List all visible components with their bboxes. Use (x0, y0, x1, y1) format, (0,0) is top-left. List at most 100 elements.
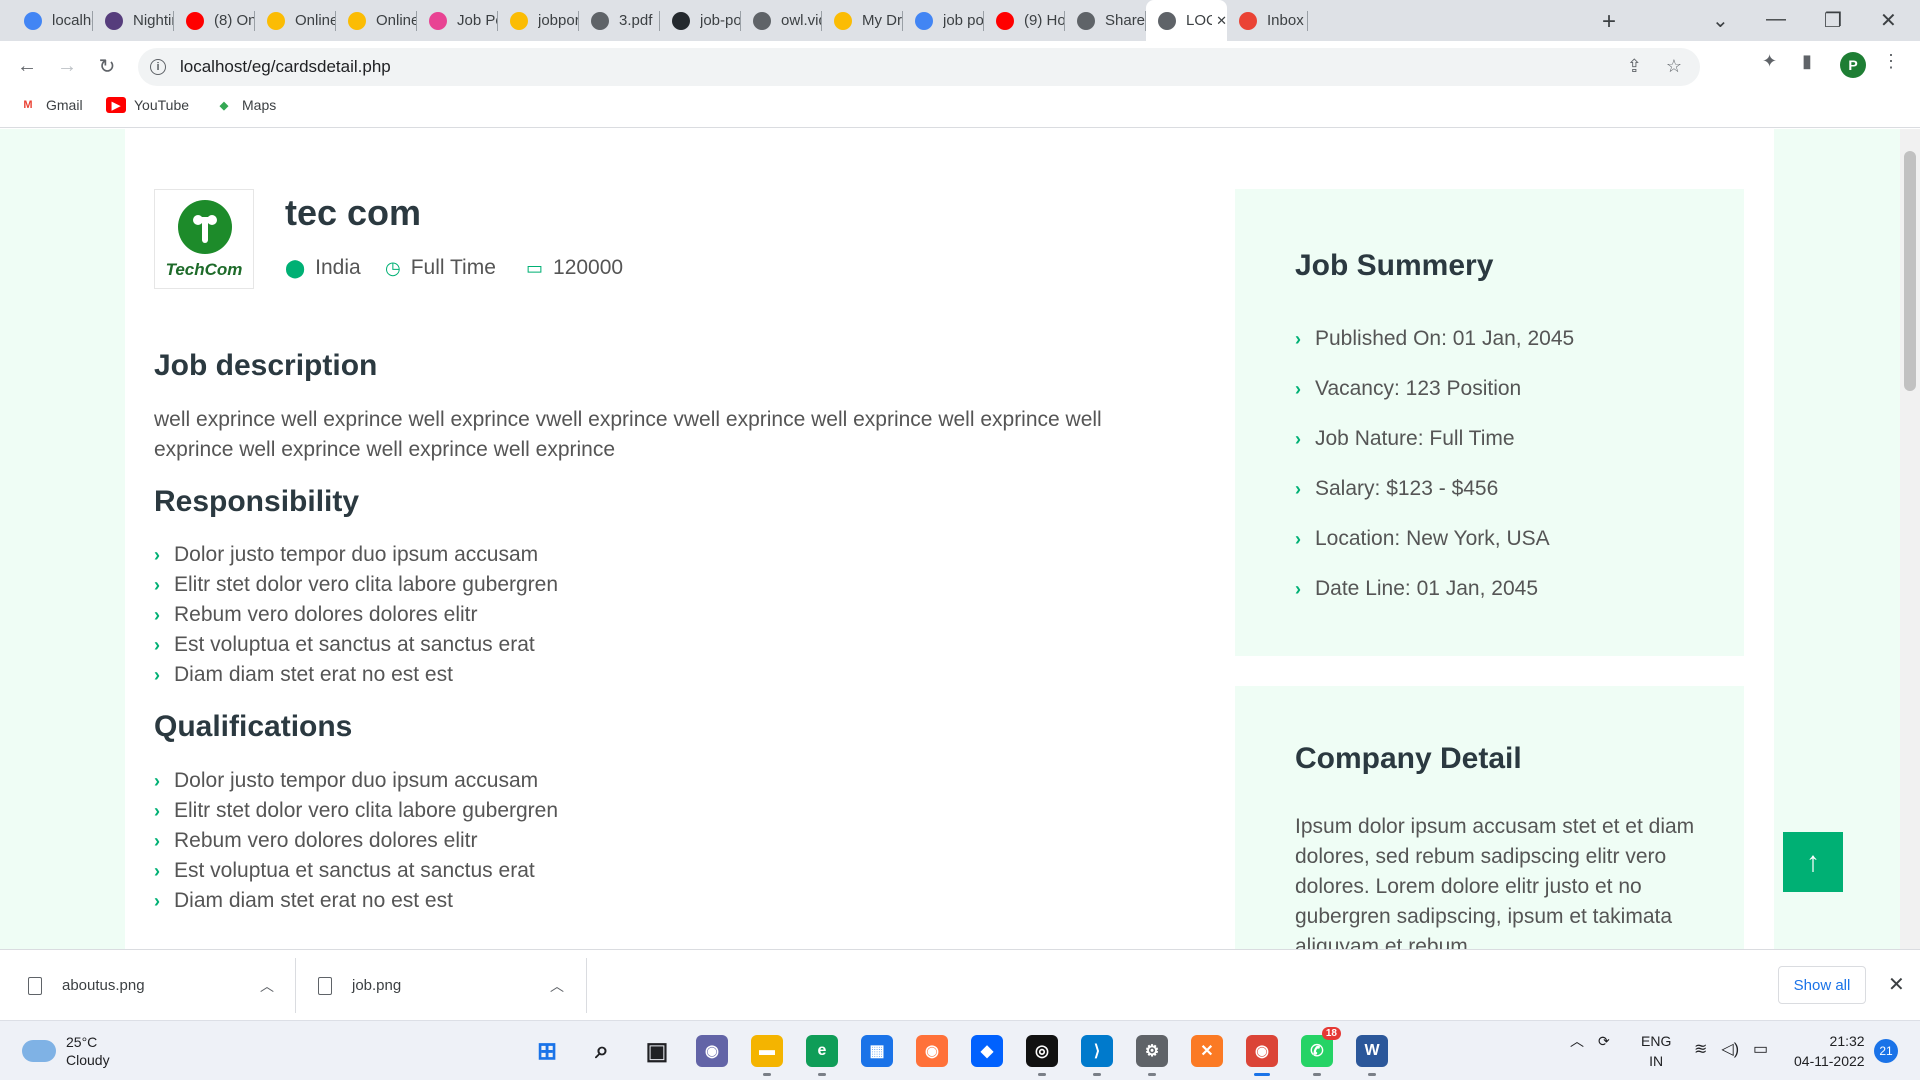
xampp-icon[interactable]: ✕ (1191, 1035, 1223, 1067)
bookmark-youtube[interactable]: ▶ YouTube (106, 97, 189, 113)
reload-icon[interactable]: ↻ (92, 51, 122, 81)
minimize-icon[interactable]: — (1766, 8, 1786, 31)
dropbox-icon[interactable]: ◆ (971, 1035, 1003, 1067)
qualifications-heading: Qualifications (154, 710, 353, 743)
app-icon[interactable]: ◎ (1026, 1035, 1058, 1076)
browser-tab[interactable]: LOC ✕ (1146, 0, 1227, 41)
vscode-icon[interactable]: ⟩ (1081, 1035, 1113, 1076)
show-all-button[interactable]: Show all (1778, 966, 1866, 1004)
drive-icon (267, 11, 285, 30)
teams-icon[interactable]: ◉ (696, 1035, 728, 1067)
side-panel-icon[interactable]: ▮ (1802, 51, 1812, 72)
start-icon[interactable]: ⊞ (531, 1035, 563, 1067)
edge-icon[interactable]: e (806, 1035, 838, 1076)
word-icon[interactable]: W (1356, 1035, 1388, 1076)
share-icon[interactable]: ⇪ (1627, 56, 1642, 77)
chevron-up-icon[interactable]: ︿ (260, 976, 274, 996)
forward-icon[interactable]: → (52, 51, 82, 81)
browser-tab[interactable]: Inbox ( (1227, 0, 1308, 41)
search-icon[interactable]: ⌕ (586, 1035, 618, 1067)
notification-badge[interactable]: 21 (1874, 1039, 1898, 1063)
tab-label: Online (376, 12, 417, 29)
chevron-up-icon[interactable]: ︿ (550, 976, 564, 996)
browser-tab[interactable]: owl.vid (741, 0, 822, 41)
browser-tab[interactable]: Job Por (417, 0, 498, 41)
browser-tab[interactable]: Nightin (93, 0, 174, 41)
logo-text: TechCom (165, 260, 243, 279)
tab-label: localho (52, 12, 93, 29)
browser-tab[interactable]: localho (12, 0, 93, 41)
tab-label: Share c (1105, 12, 1146, 29)
company-detail-title: Company Detail (1295, 742, 1522, 775)
globe-icon (753, 11, 771, 30)
bookmark-gmail[interactable]: M Gmail (18, 97, 83, 113)
tab-search-icon[interactable]: ⌄ (1712, 8, 1729, 33)
techcom-logo-icon (178, 200, 232, 254)
clock-icon: ◷ (385, 257, 401, 278)
google-icon (915, 11, 933, 30)
google-icon (24, 11, 42, 30)
settings-icon[interactable]: ⚙ (1136, 1035, 1168, 1076)
browser-tab-strip: localho Nightin (8) Onli Online Online Job Po… (0, 0, 1920, 41)
bookmark-label: Gmail (46, 97, 83, 113)
url-text[interactable]: localhost/eg/cardsdetail.php (180, 57, 391, 77)
bookmark-maps[interactable]: ◆ Maps (214, 97, 276, 113)
back-to-top-button[interactable]: ↑ (1783, 832, 1843, 892)
chevron-up-icon[interactable]: ︿ (1570, 1031, 1584, 1051)
page-scrollbar[interactable] (1900, 129, 1920, 949)
time-text: 21:32 (1829, 1033, 1865, 1049)
youtube-icon (996, 11, 1014, 30)
task-view-icon[interactable]: ▣ (641, 1035, 673, 1067)
gmail-icon (1239, 11, 1257, 30)
firefox-icon[interactable]: ◉ (916, 1035, 948, 1067)
clock[interactable]: 21:32 04-11-2022 (1794, 1031, 1865, 1071)
tab-label: owl.vid (781, 12, 822, 29)
browser-tab[interactable]: jobport (498, 0, 579, 41)
new-tab-button[interactable]: + (1602, 8, 1616, 36)
tab-label: (8) Onli (214, 12, 255, 29)
browser-tab[interactable]: My Dri (822, 0, 903, 41)
restore-icon[interactable]: ❐ (1824, 8, 1842, 33)
drive-icon (348, 11, 366, 30)
chevron-right-icon: › (154, 635, 160, 655)
chevron-right-icon: › (1295, 479, 1301, 499)
back-icon[interactable]: ← (12, 51, 42, 81)
menu-icon[interactable]: ⋮ (1882, 51, 1900, 72)
whatsapp-icon[interactable]: ✆ 18 (1301, 1027, 1341, 1076)
money-bill-icon: ▭ (526, 257, 544, 278)
close-window-icon[interactable]: ✕ (1880, 8, 1897, 33)
status-icons[interactable]: ≋ ◁) ▭ (1694, 1039, 1768, 1059)
weather-widget[interactable]: 25°C Cloudy (22, 1033, 110, 1069)
browser-tab[interactable]: job-por (660, 0, 741, 41)
browser-tab[interactable]: Online (255, 0, 336, 41)
tab-label: jobport (538, 12, 579, 29)
language-indicator[interactable]: ENG IN (1641, 1031, 1671, 1071)
address-bar[interactable]: i localhost/eg/cardsdetail.php ⇪ ☆ (138, 48, 1700, 86)
list-item: › Location: New York, USA (1295, 514, 1574, 564)
browser-tab[interactable]: 3.pdf (579, 0, 660, 41)
bookmark-star-icon[interactable]: ☆ (1666, 56, 1682, 77)
extensions-icon[interactable]: ✦ (1762, 51, 1777, 72)
chevron-right-icon: › (154, 771, 160, 791)
download-item[interactable]: aboutus.png ︿ (28, 950, 294, 1021)
browser-tab[interactable]: (9) Hov (984, 0, 1065, 41)
browser-tab[interactable]: Online (336, 0, 417, 41)
browser-tab[interactable]: Share c (1065, 0, 1146, 41)
chrome-icon[interactable]: ◉ (1246, 1035, 1278, 1076)
browser-tab[interactable]: job por (903, 0, 984, 41)
list-item: › Salary: $123 - $456 (1295, 464, 1574, 514)
list-item: › Published On: 01 Jan, 2045 (1295, 314, 1574, 364)
profile-avatar[interactable]: P (1840, 52, 1866, 78)
store-icon[interactable]: ▦ (861, 1035, 893, 1067)
download-item[interactable]: job.png ︿ (318, 950, 584, 1021)
browser-tab[interactable]: (8) Onli (174, 0, 255, 41)
close-icon[interactable]: ✕ (1888, 972, 1905, 997)
tab-label: job-por (700, 12, 741, 29)
sync-icon[interactable]: ⟳ (1598, 1033, 1610, 1050)
file-explorer-icon[interactable]: ▬ (751, 1035, 783, 1076)
close-tab-icon[interactable]: ✕ (1216, 13, 1227, 29)
list-item: › Est voluptua et sanctus at sanctus erat (154, 630, 558, 660)
job-salary: ▭ 120000 (526, 256, 623, 280)
site-info-icon[interactable]: i (150, 59, 166, 75)
scrollbar-thumb[interactable] (1904, 151, 1916, 391)
